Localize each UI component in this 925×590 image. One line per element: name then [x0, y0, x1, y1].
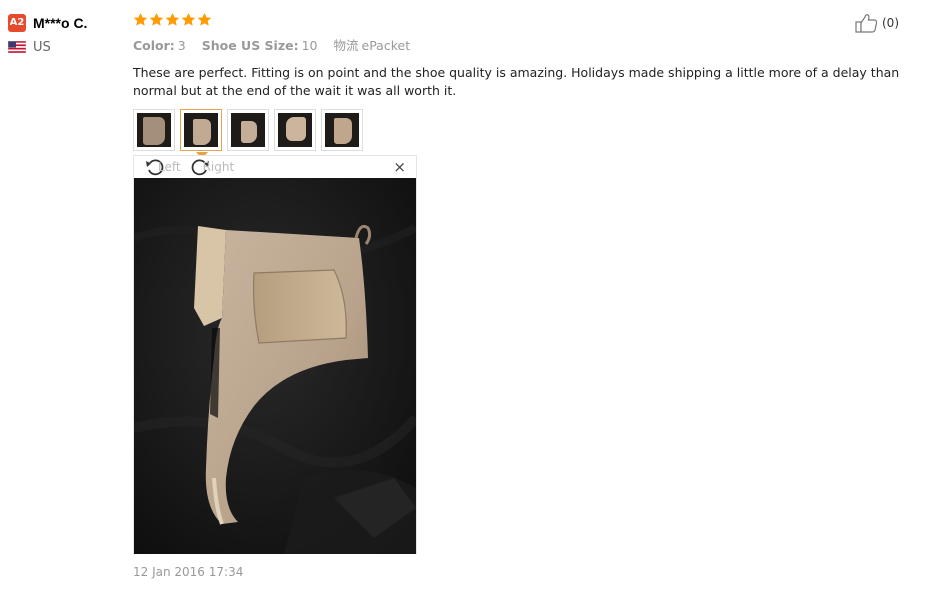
review-thumbnail[interactable]: [274, 109, 316, 151]
reviewer-country: US: [8, 40, 128, 55]
reviewer-info: A2 M***o C. US: [8, 12, 128, 55]
attr-shipping-key: 物流: [333, 38, 359, 53]
review-photo: [134, 178, 416, 554]
attr-size-key: Shoe US Size:: [201, 38, 299, 53]
star-icon: [133, 12, 148, 26]
review-thumbnail-active[interactable]: [180, 109, 222, 159]
review-thumbnail[interactable]: [227, 109, 269, 151]
star-icon: [165, 12, 180, 26]
reviewer-name: M***o C.: [33, 14, 88, 31]
attr-size-value: 10: [301, 38, 318, 53]
rotate-left-label: Left: [158, 160, 181, 174]
image-viewer: Left Right ×: [133, 155, 417, 554]
review-thumbnails: [133, 109, 903, 159]
helpful-count: (0): [882, 16, 899, 30]
viewer-toolbar: Left Right ×: [134, 156, 416, 178]
review-body: Color: 3 Shoe US Size: 10 物流 ePacket These …: [133, 12, 903, 159]
star-icon: [197, 12, 212, 26]
review-date: 12 Jan 2016 17:34: [133, 565, 244, 579]
attr-color-value: 3: [177, 38, 186, 53]
attr-color-key: Color:: [133, 38, 175, 53]
review-text: These are perfect. Fitting is on point a…: [133, 65, 900, 98]
us-flag-icon: [8, 41, 26, 53]
review-thumbnail[interactable]: [321, 109, 363, 151]
star-icon: [149, 12, 164, 26]
rotate-right-label: Right: [202, 160, 235, 174]
attr-shipping-value: ePacket: [361, 38, 411, 53]
star-icon: [181, 12, 196, 26]
order-attributes: Color: 3 Shoe US Size: 10 物流 ePacket: [133, 35, 903, 54]
rotate-right-button[interactable]: Right: [189, 157, 235, 177]
star-rating: [133, 12, 903, 28]
review-thumbnail[interactable]: [133, 109, 175, 151]
close-icon[interactable]: ×: [393, 158, 406, 176]
helpful-button[interactable]: (0): [855, 13, 899, 33]
level-badge: A2: [8, 13, 26, 32]
country-code: US: [33, 39, 51, 55]
rotate-left-button[interactable]: Left: [144, 157, 181, 177]
boot-photo-graphic: [134, 178, 416, 554]
thumbs-up-icon: [855, 14, 878, 33]
reviewer-header: A2 M***o C.: [8, 12, 128, 32]
